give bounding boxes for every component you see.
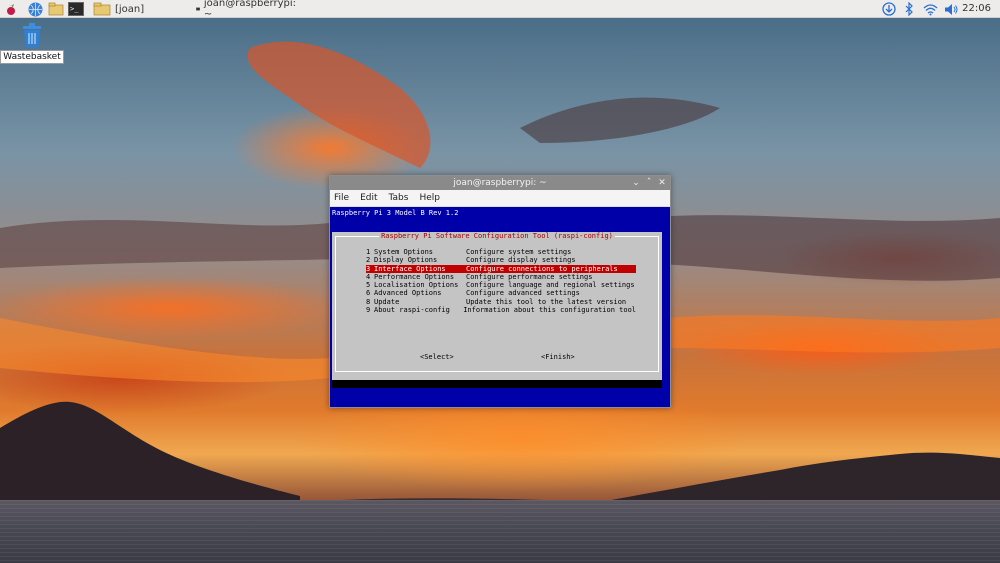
volume-icon[interactable] (943, 1, 959, 17)
trash-icon (23, 23, 41, 47)
menu-option[interactable]: 3 Interface Options Configure connections … (366, 264, 636, 273)
option-name: Localisation Options (374, 281, 459, 290)
option-name: Performance Options (374, 272, 455, 281)
raspberry-menu-icon[interactable] (3, 1, 19, 17)
option-description: Configure connections to peripherals (466, 264, 618, 273)
menu-option[interactable]: 1 System Options Configure system settings (366, 248, 636, 256)
option-description: Information about this configuration too… (463, 306, 636, 315)
file-manager-icon[interactable] (48, 1, 64, 17)
device-model-text: Raspberry Pi 3 Model B Rev 1.2 (332, 209, 459, 217)
dialog-shadow (332, 380, 662, 388)
option-name: Display Options (374, 256, 438, 265)
option-name: Advanced Options (374, 289, 442, 298)
options-menu: 1 System Options Configure system settings… (366, 248, 636, 314)
option-description: Configure performance settings (466, 272, 593, 281)
menu-option[interactable]: 8 Update Update this tool to the latest ve… (366, 298, 636, 306)
bluetooth-icon[interactable] (901, 1, 917, 17)
window-titlebar[interactable]: joan@raspberrypi: ~ ⌄ ˆ ✕ (330, 176, 670, 190)
terminal-icon: >_ (196, 7, 200, 11)
menu-option[interactable]: 4 Performance Options Configure performanc… (366, 273, 636, 281)
option-description: Configure advanced settings (466, 289, 580, 298)
menu-tabs[interactable]: Tabs (389, 193, 409, 203)
option-description: Update this tool to the latest version (466, 297, 627, 306)
menu-option[interactable]: 2 Display Options Configure display settin… (366, 256, 636, 264)
taskbar-item-label: joan@raspberrypi: ~ (203, 0, 296, 20)
taskbar: >_ [joan] >_ joan@raspberrypi: ~ 22:06 (0, 0, 1000, 20)
window-title: joan@raspberrypi: ~ (453, 178, 547, 188)
taskbar-item-file-manager[interactable]: [joan] (93, 0, 193, 18)
menu-help[interactable]: Help (419, 193, 440, 203)
taskbar-item-terminal[interactable]: >_ joan@raspberrypi: ~ (196, 0, 296, 20)
option-name: Interface Options (374, 264, 446, 273)
option-description: Configure display settings (466, 256, 576, 265)
option-name: System Options (374, 248, 434, 256)
dialog-title: Raspberry Pi Software Configuration Tool… (332, 232, 662, 240)
option-name: Update (374, 297, 400, 306)
menu-file[interactable]: File (334, 193, 349, 203)
clock[interactable]: 22:06 (962, 3, 991, 14)
download-icon[interactable] (881, 1, 897, 17)
menu-edit[interactable]: Edit (360, 193, 377, 203)
terminal-window: joan@raspberrypi: ~ ⌄ ˆ ✕ File Edit Tabs… (329, 175, 671, 408)
minimize-icon[interactable]: ⌄ (630, 176, 642, 190)
desktop-icon-label: Wastebasket (0, 50, 64, 64)
maximize-icon[interactable]: ˆ (643, 176, 655, 190)
menu-option[interactable]: 5 Localisation Options Configure language … (366, 281, 636, 289)
menu-option[interactable]: 9 About raspi-config Information about thi… (366, 306, 636, 314)
terminal-icon[interactable]: >_ (68, 1, 84, 17)
web-browser-icon[interactable] (27, 1, 43, 17)
select-button[interactable]: <Select> (420, 353, 454, 361)
option-name: About raspi-config (374, 306, 450, 315)
svg-text:>_: >_ (70, 5, 79, 13)
raspi-config-dialog: Raspberry Pi Software Configuration Tool… (332, 232, 662, 380)
menu-option[interactable]: 6 Advanced Options Configure advanced sett… (366, 289, 636, 297)
window-menubar: File Edit Tabs Help (330, 190, 670, 207)
taskbar-item-label: [joan] (115, 3, 145, 15)
wifi-icon[interactable] (922, 1, 938, 17)
folder-icon (93, 2, 111, 16)
dialog-title-text: Raspberry Pi Software Configuration Tool… (379, 232, 615, 240)
option-description: Configure system settings (466, 248, 572, 256)
close-icon[interactable]: ✕ (656, 176, 668, 190)
terminal-screen[interactable]: Raspberry Pi 3 Model B Rev 1.2 Raspberry… (330, 207, 670, 407)
option-description: Configure language and regional settings (466, 281, 635, 290)
lake-water (0, 500, 1000, 563)
desktop-icon-wastebasket[interactable]: Wastebasket (0, 22, 64, 64)
finish-button[interactable]: <Finish> (541, 353, 575, 361)
